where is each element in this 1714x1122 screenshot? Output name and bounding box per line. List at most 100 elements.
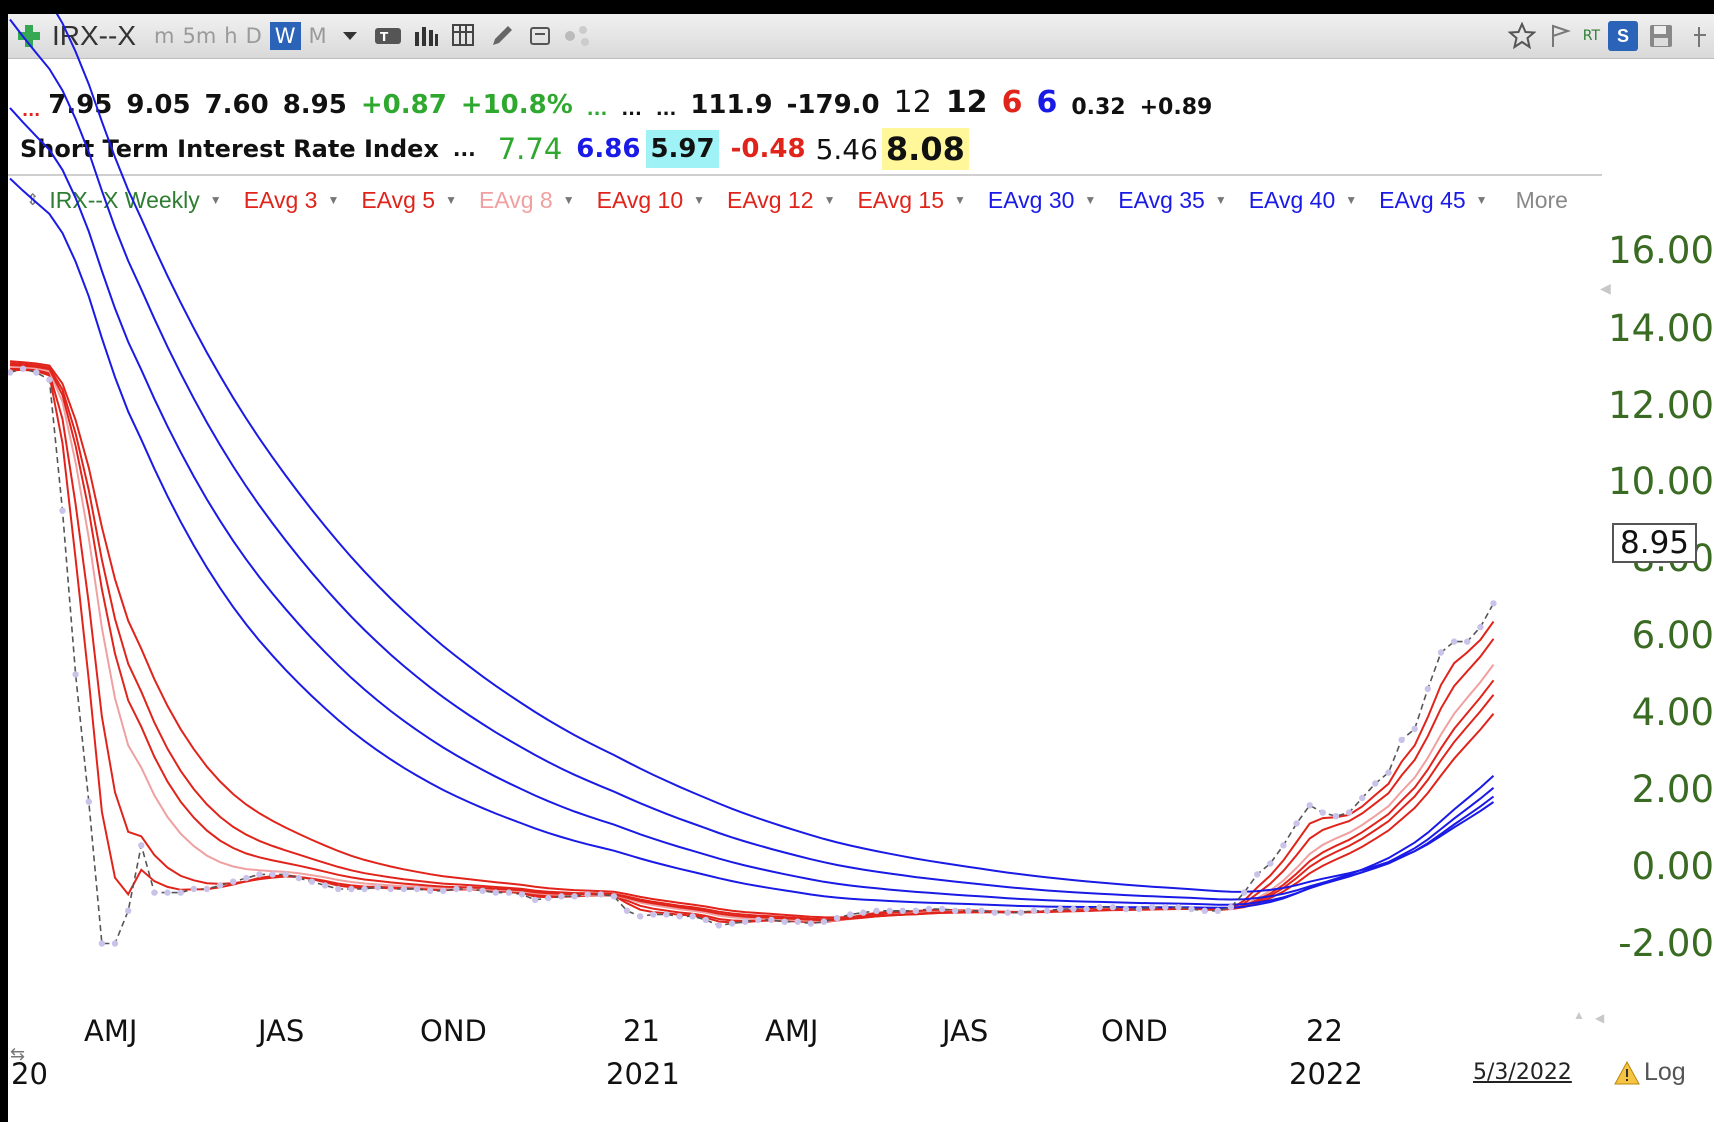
chevron-down-icon[interactable]: ▼ (1084, 193, 1096, 207)
legend-item-eavg-30[interactable]: EAvg 30 ▼ (988, 187, 1096, 214)
timeframe-minute[interactable]: m (154, 24, 174, 48)
timeframe-hour[interactable]: h (224, 24, 237, 48)
add-symbol-icon[interactable] (14, 21, 44, 51)
study-legend: ⇕ IRX--X Weekly ▼ EAvg 3 ▼ EAvg 5 ▼ EAvg… (26, 182, 1568, 218)
price-point (230, 878, 237, 885)
notes-icon[interactable] (525, 21, 555, 51)
price-point (426, 887, 434, 894)
layout-grid-icon[interactable] (449, 21, 479, 51)
ma-line-eavg-30 (9, 177, 1495, 909)
chevron-down-icon[interactable]: ▼ (445, 193, 457, 207)
pin-icon[interactable] (1684, 21, 1714, 51)
quote-value-6: 6 (1036, 85, 1058, 120)
legend-item-eavg-5[interactable]: EAvg 5 ▼ (361, 187, 457, 214)
price-point (1004, 909, 1011, 916)
quote-line-1: ... 7.95 9.05 7.60 8.95 +0.87 +10.8% ...… (8, 60, 1226, 120)
legend-item-eavg-12[interactable]: EAvg 12 ▼ (727, 187, 835, 214)
price-point (965, 907, 972, 914)
scroll-back-icon[interactable]: ⇆ (10, 1044, 25, 1065)
quote2-dots: ... (452, 137, 476, 161)
price-point (1332, 813, 1340, 820)
log-scale-toggle[interactable]: Log (1614, 1058, 1686, 1087)
legend-item-eavg-3[interactable]: EAvg 3 ▼ (244, 187, 340, 214)
timeframe-month[interactable]: M (309, 24, 327, 48)
ma-line-eavg-35 (9, 107, 1495, 906)
quote-value-4: 12 (945, 85, 988, 120)
bar-chart-icon[interactable] (411, 21, 441, 51)
chevron-down-icon[interactable]: ▼ (824, 193, 836, 207)
price-point (466, 885, 473, 893)
legend-item-eavg-40[interactable]: EAvg 40 ▼ (1249, 187, 1357, 214)
price-point (597, 891, 604, 898)
chevron-down-icon[interactable]: ▼ (693, 193, 705, 207)
legend-label-eavg-12: EAvg 12 (727, 186, 814, 213)
y-tick-label: 12.00 (1608, 384, 1714, 427)
quote-high: 9.05 (126, 90, 191, 120)
current-date-label[interactable]: 5/3/2022 (1473, 1060, 1572, 1085)
symbol-label[interactable]: IRX--X (52, 20, 136, 52)
price-point (85, 798, 93, 805)
price-point (295, 874, 302, 882)
price-point (151, 889, 158, 896)
price-point (1372, 780, 1379, 787)
legend-label-eavg-40: EAvg 40 (1248, 186, 1336, 213)
realtime-label[interactable]: RT (1583, 28, 1600, 44)
chevron-down-icon[interactable]: ▼ (1215, 193, 1227, 207)
legend-item-eavg-10[interactable]: EAvg 10 ▼ (597, 187, 705, 214)
legend-item-price[interactable]: IRX--X Weekly ▼ (49, 187, 221, 214)
chevron-down-icon[interactable]: ▼ (1345, 193, 1357, 207)
price-point (1254, 871, 1261, 878)
quote-change-pct: +10.8% (460, 90, 573, 120)
price-point (1201, 907, 1208, 914)
legend-item-eavg-8[interactable]: EAvg 8 ▼ (479, 187, 575, 214)
scroll-left-marker-icon[interactable]: ◀ (1600, 280, 1611, 297)
timeframe-5-minute[interactable]: 5m (182, 24, 216, 48)
timeframe-day[interactable]: D (246, 24, 262, 48)
price-point (820, 918, 828, 925)
price-point (125, 907, 132, 914)
drag-handle-icon[interactable]: ⇕ (26, 190, 39, 210)
chart-plot[interactable] (8, 14, 1714, 1122)
x-tick-label: AMJ (84, 1014, 138, 1048)
chevron-down-icon[interactable]: ▼ (210, 193, 222, 207)
price-point (1083, 905, 1090, 913)
legend-label-price: IRX--X Weekly (49, 186, 200, 213)
price-point (308, 878, 316, 885)
y-tick-label: 2.00 (1631, 768, 1714, 811)
scale-left-marker-icon[interactable]: ◀ (1595, 1011, 1604, 1025)
timeframe-week[interactable]: W (269, 22, 301, 50)
price-point (728, 920, 736, 927)
legend-more-button[interactable]: More (1516, 187, 1568, 214)
svg-text:T: T (380, 30, 389, 44)
y-tick-label: 0.00 (1631, 845, 1714, 888)
scan-label: S (1616, 25, 1629, 46)
flag-icon[interactable] (1545, 21, 1575, 51)
scale-up-marker-icon[interactable]: ▲ (1573, 1008, 1585, 1022)
chevron-down-icon[interactable]: ▼ (563, 193, 575, 207)
quote-line-2: Short Term Interest Rate Index ... 7.74 … (8, 126, 983, 172)
legend-item-eavg-35[interactable]: EAvg 35 ▼ (1118, 187, 1226, 214)
legend-item-eavg-45[interactable]: EAvg 45 ▼ (1379, 187, 1487, 214)
price-point (1057, 905, 1064, 913)
quote2-value-1: 7.74 (497, 132, 563, 166)
timeframe-dropdown-icon[interactable] (335, 21, 365, 51)
save-disk-icon[interactable] (1646, 21, 1676, 51)
draw-pencil-icon[interactable] (487, 21, 517, 51)
price-point (19, 365, 27, 372)
legend-label-eavg-30: EAvg 30 (987, 186, 1075, 213)
price-point (755, 916, 762, 924)
price-point (190, 885, 197, 893)
chevron-down-icon[interactable]: ▼ (327, 193, 339, 207)
price-point (1464, 638, 1471, 645)
share-icon[interactable] (563, 21, 593, 51)
scan-menu-icon[interactable]: S (1608, 21, 1638, 51)
chart-type-icon[interactable]: T (373, 21, 403, 51)
favorite-star-icon[interactable] (1507, 21, 1537, 51)
legend-item-eavg-15[interactable]: EAvg 15 ▼ (857, 187, 965, 214)
legend-label-eavg-3: EAvg 3 (243, 186, 318, 213)
header-divider (8, 174, 1602, 176)
price-point (59, 507, 66, 514)
chevron-down-icon[interactable]: ▼ (1476, 193, 1488, 207)
quote-value-8: +0.89 (1139, 95, 1213, 120)
chevron-down-icon[interactable]: ▼ (954, 193, 966, 207)
